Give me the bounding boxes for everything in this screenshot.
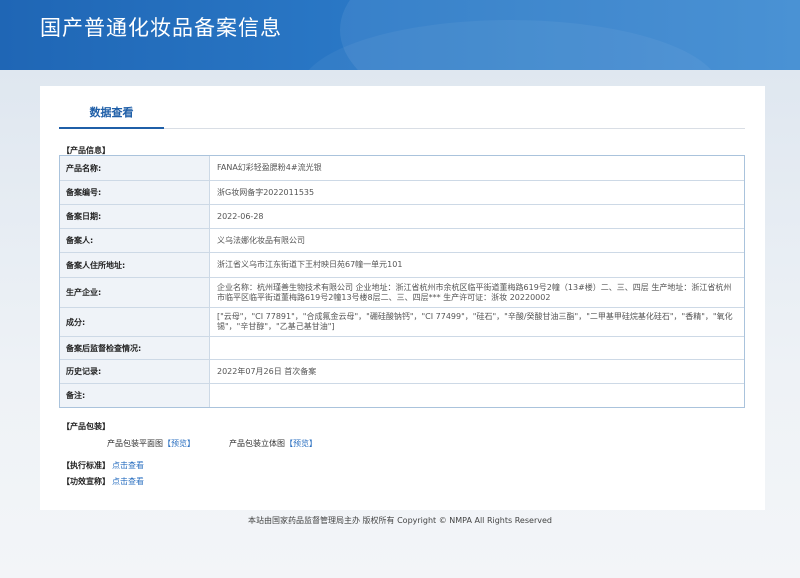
row-value [217, 337, 736, 359]
footer-copyright: 本站由国家药品监督管理局主办 版权所有 Copyright © NMPA All… [248, 516, 552, 525]
row-label: 备案后监督检查情况: [60, 337, 210, 359]
packaging-flat-label: 产品包装平面图 [107, 439, 163, 448]
tab-data-view[interactable]: 数据查看 [59, 104, 164, 128]
packaging-solid-preview-link[interactable]: 【预览】 [285, 439, 317, 448]
packaging-title: 【产品包装】 [62, 422, 110, 431]
table-row: 备案后监督检查情况: [60, 337, 744, 360]
product-info-table: 产品名称: FANA幻彩轻盈腮粉4#流光银 备案编号: 浙G妆网备字202201… [59, 155, 745, 408]
packaging-flat: 产品包装平面图【预览】 [107, 438, 195, 449]
row-value: ["云母"，"CI 77891"，"合成氟金云母"，"硼硅酸钠钙"，"CI 77… [217, 312, 733, 331]
table-row: 成分: ["云母"，"CI 77891"，"合成氟金云母"，"硼硅酸钠钙"，"C… [60, 308, 744, 337]
table-row: 历史记录: 2022年07月26日 首次备案 [60, 360, 744, 384]
row-label: 生产企业: [60, 278, 210, 307]
tab-active-indicator [59, 127, 164, 129]
table-row: 生产企业: 企业名称：杭州瑾善生物技术有限公司 企业地址：浙江省杭州市余杭区临平… [60, 278, 744, 308]
standard-view-link[interactable]: 点击查看 [112, 460, 144, 471]
row-value: 浙G妆网备字2022011535 [217, 187, 315, 197]
row-value: 浙江省义乌市江东街道下王村映日苑67幢一单元101 [217, 260, 403, 269]
page-header: 国产普通化妆品备案信息 [0, 0, 800, 70]
efficacy-title: 【功效宣称】 [62, 477, 110, 486]
page-title: 国产普通化妆品备案信息 [40, 16, 282, 40]
row-value: 2022年07月26日 首次备案 [217, 366, 317, 376]
row-label: 产品名称: [60, 156, 210, 180]
row-label: 备案日期: [60, 205, 210, 228]
table-row: 备注: [60, 384, 744, 407]
row-label: 成分: [60, 308, 210, 336]
efficacy-view-link[interactable]: 点击查看 [112, 476, 144, 487]
row-value [217, 384, 736, 407]
table-row: 备案人住所地址: 浙江省义乌市江东街道下王村映日苑67幢一单元101 [60, 253, 744, 278]
packaging-solid-label: 产品包装立体图 [229, 439, 285, 448]
table-row: 产品名称: FANA幻彩轻盈腮粉4#流光银 [60, 156, 744, 181]
row-label: 备注: [60, 384, 210, 407]
standard-title: 【执行标准】 [62, 461, 110, 470]
table-row: 备案编号: 浙G妆网备字2022011535 [60, 181, 744, 205]
row-value: 2022-06-28 [217, 211, 264, 221]
row-label: 备案人住所地址: [60, 253, 210, 277]
packaging-flat-preview-link[interactable]: 【预览】 [163, 439, 195, 448]
packaging-solid: 产品包装立体图【预览】 [229, 438, 317, 449]
table-row: 备案人: 义乌法娜化妆品有限公司 [60, 229, 744, 253]
row-value: FANA幻彩轻盈腮粉4#流光银 [217, 163, 322, 172]
row-value: 企业名称：杭州瑾善生物技术有限公司 企业地址：浙江省杭州市余杭区临平街道董梅路6… [217, 282, 732, 302]
row-label: 备案人: [60, 229, 210, 252]
table-row: 备案日期: 2022-06-28 [60, 205, 744, 229]
row-label: 备案编号: [60, 181, 210, 204]
row-value: 义乌法娜化妆品有限公司 [217, 235, 305, 245]
row-label: 历史记录: [60, 360, 210, 383]
